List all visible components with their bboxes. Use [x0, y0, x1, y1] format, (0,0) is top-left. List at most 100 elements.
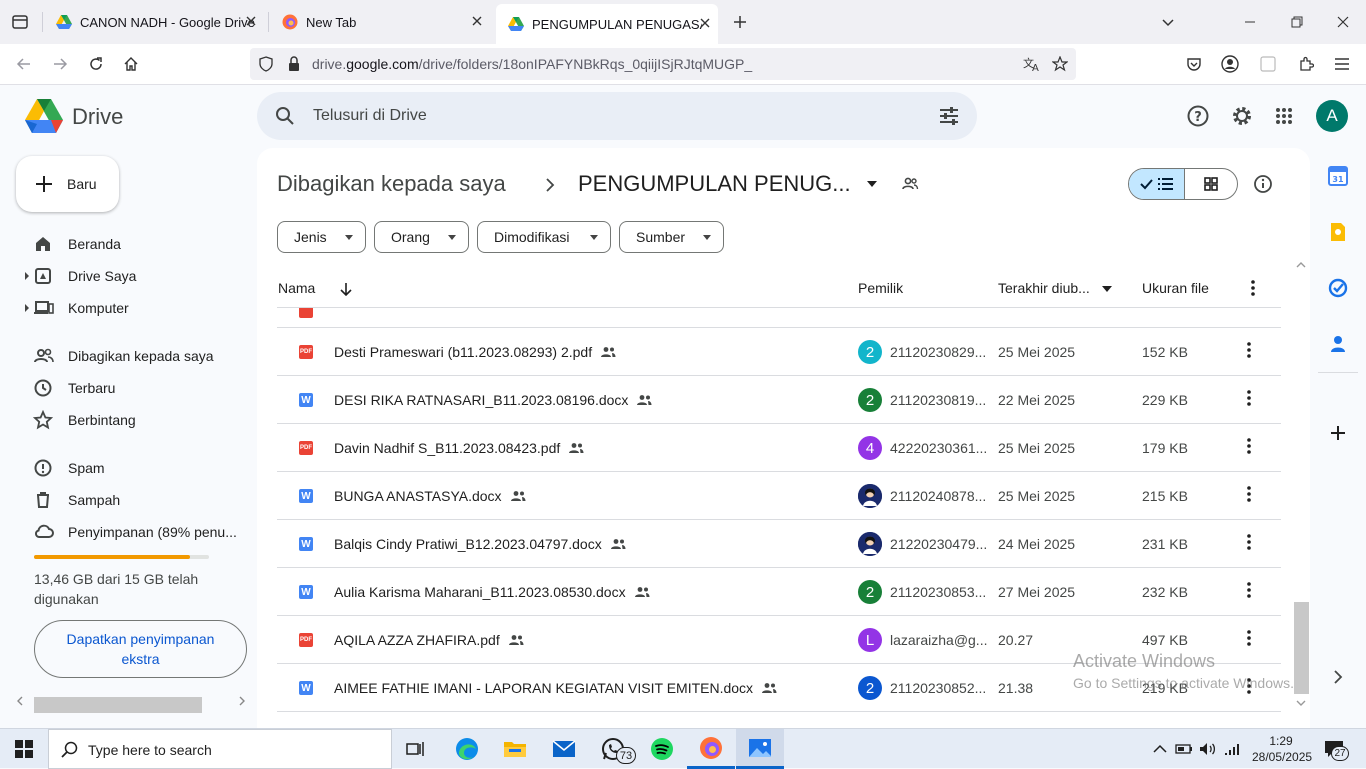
notifications-icon[interactable]: 27 [1322, 737, 1349, 761]
sidebar-scrollbar-thumb[interactable] [34, 697, 202, 713]
whatsapp-icon[interactable]: 73 [589, 729, 637, 769]
table-row[interactable]: PDF Davin Nadhif S_B11.2023.08423.pdf 4 422… [277, 424, 1281, 472]
more-actions-icon[interactable] [1247, 342, 1251, 358]
column-header-size[interactable]: Ukuran file [1142, 280, 1209, 296]
translate-icon[interactable]: 文A [1020, 52, 1044, 76]
column-header-name[interactable]: Nama [278, 280, 315, 296]
scroll-up-icon[interactable] [1293, 258, 1309, 272]
more-actions-icon[interactable] [1247, 582, 1251, 598]
expand-arrow-icon[interactable] [25, 304, 29, 312]
new-tab-plus-icon[interactable] [728, 10, 752, 34]
volume-icon[interactable] [1196, 737, 1220, 761]
table-row-partial[interactable] [277, 308, 1281, 328]
mail-icon[interactable] [540, 729, 588, 769]
sidebar-item-berbintang[interactable]: Berbintang [0, 404, 250, 436]
battery-icon[interactable] [1172, 737, 1196, 761]
tab-overflow-chevron-icon[interactable] [1156, 10, 1180, 34]
close-tab-icon[interactable] [698, 16, 712, 30]
close-window-icon[interactable] [1331, 10, 1355, 34]
task-view-icon[interactable] [392, 729, 440, 769]
expand-arrow-icon[interactable] [25, 272, 29, 280]
lock-icon[interactable] [282, 52, 306, 76]
more-actions-icon[interactable] [1247, 486, 1251, 502]
shared-folder-people-icon[interactable] [898, 172, 922, 196]
close-tab-icon[interactable] [470, 14, 484, 28]
add-addon-plus-icon[interactable] [1326, 421, 1350, 445]
expand-side-panel-chevron-icon[interactable] [1326, 665, 1350, 689]
keep-icon[interactable] [1326, 220, 1350, 244]
sidebar-item-penyimpanan[interactable]: Penyimpanan (89% penu... [0, 516, 250, 548]
table-row[interactable]: W Aulia Karisma Maharani_B11.2023.08530.d… [277, 568, 1281, 616]
new-button[interactable]: Baru [16, 156, 119, 212]
extension-box-icon[interactable] [1256, 52, 1280, 76]
close-tab-icon[interactable] [244, 14, 258, 28]
contacts-icon[interactable] [1326, 332, 1350, 356]
file-name[interactable]: Davin Nadhif S_B11.2023.08423.pdf [334, 440, 560, 456]
shield-icon[interactable] [254, 52, 278, 76]
sort-down-arrow-icon[interactable] [334, 277, 358, 301]
column-header-owner[interactable]: Pemilik [858, 280, 903, 296]
tab-list-icon[interactable] [8, 10, 32, 34]
folder-dropdown-icon[interactable] [867, 181, 877, 187]
drive-logo[interactable] [25, 99, 63, 133]
table-row[interactable]: W DESI RIKA RATNASARI_B11.2023.08196.docx… [277, 376, 1281, 424]
spotify-icon[interactable] [638, 729, 686, 769]
filter-jenis[interactable]: Jenis [277, 221, 366, 253]
file-name[interactable]: Balqis Cindy Pratiwi_B12.2023.04797.docx [334, 536, 602, 552]
column-options-more-icon[interactable] [1241, 276, 1265, 300]
scroll-down-icon[interactable] [1293, 696, 1309, 710]
show-hidden-icons-chevron-icon[interactable] [1148, 737, 1172, 761]
edge-browser-icon[interactable] [443, 729, 491, 769]
more-actions-icon[interactable] [1247, 534, 1251, 550]
get-more-storage-button[interactable]: Dapatkan penyimpanan ekstra [34, 620, 247, 678]
search-options-tune-icon[interactable] [937, 104, 961, 128]
grid-view-button[interactable] [1185, 169, 1237, 199]
vertical-scrollbar-thumb[interactable] [1294, 602, 1309, 694]
search-bar[interactable]: Telusuri di Drive [257, 92, 977, 140]
forward-arrow-icon[interactable] [48, 52, 72, 76]
scroll-left-icon[interactable] [12, 693, 28, 709]
file-name[interactable]: AIMEE FATHIE IMANI - LAPORAN KEGIATAN VI… [334, 680, 753, 696]
filter-sumber[interactable]: Sumber [619, 221, 724, 253]
info-icon[interactable] [1251, 172, 1275, 196]
help-icon[interactable]: ? [1186, 104, 1210, 128]
pocket-icon[interactable] [1182, 52, 1206, 76]
more-actions-icon[interactable] [1247, 390, 1251, 406]
taskbar-search-box[interactable]: Type here to search [48, 729, 392, 769]
tab-canon-nadh[interactable]: CANON NADH - Google Drive [44, 0, 268, 44]
sidebar-item-komputer[interactable]: Komputer [0, 292, 250, 324]
calendar-icon[interactable]: 31 [1326, 164, 1350, 188]
filter-orang[interactable]: Orang [374, 221, 469, 253]
file-name[interactable]: Desti Prameswari (b11.2023.08293) 2.pdf [334, 344, 592, 360]
back-arrow-icon[interactable] [12, 52, 36, 76]
bookmark-star-icon[interactable] [1048, 52, 1072, 76]
list-view-button[interactable] [1129, 169, 1185, 199]
start-button[interactable] [0, 729, 48, 769]
file-name[interactable]: BUNGA ANASTASYA.docx [334, 488, 502, 504]
filter-dimodifikasi[interactable]: Dimodifikasi [477, 221, 611, 253]
photos-icon[interactable] [736, 729, 784, 769]
extensions-puzzle-icon[interactable] [1294, 52, 1318, 76]
search-icon[interactable] [273, 104, 297, 128]
sidebar-item-terbaru[interactable]: Terbaru [0, 372, 250, 404]
file-name[interactable]: AQILA AZZA ZHAFIRA.pdf [334, 632, 500, 648]
sidebar-item-dibagikan[interactable]: Dibagikan kepada saya [0, 340, 250, 372]
network-icon[interactable] [1220, 737, 1244, 761]
more-actions-icon[interactable] [1247, 630, 1251, 646]
scroll-right-icon[interactable] [234, 693, 250, 709]
account-avatar[interactable]: A [1316, 100, 1348, 132]
tab-new-tab[interactable]: New Tab [270, 0, 494, 44]
home-icon[interactable] [119, 52, 143, 76]
breadcrumb-current[interactable]: PENGUMPULAN PENUG... [578, 171, 851, 197]
url-bar[interactable]: drive.google.com/drive/folders/18onIPAFY… [250, 48, 1076, 80]
more-actions-icon[interactable] [1247, 438, 1251, 454]
file-explorer-icon[interactable] [491, 729, 539, 769]
tasks-icon[interactable] [1326, 276, 1350, 300]
sidebar-item-beranda[interactable]: Beranda [0, 228, 250, 260]
file-name[interactable]: Aulia Karisma Maharani_B11.2023.08530.do… [334, 584, 626, 600]
breadcrumb-parent[interactable]: Dibagikan kepada saya [277, 171, 506, 197]
table-row[interactable]: W Balqis Cindy Pratiwi_B12.2023.04797.doc… [277, 520, 1281, 568]
firefox-taskbar-icon[interactable] [687, 729, 735, 769]
settings-gear-icon[interactable] [1230, 104, 1254, 128]
table-row[interactable]: PDF Desti Prameswari (b11.2023.08293) 2.p… [277, 328, 1281, 376]
